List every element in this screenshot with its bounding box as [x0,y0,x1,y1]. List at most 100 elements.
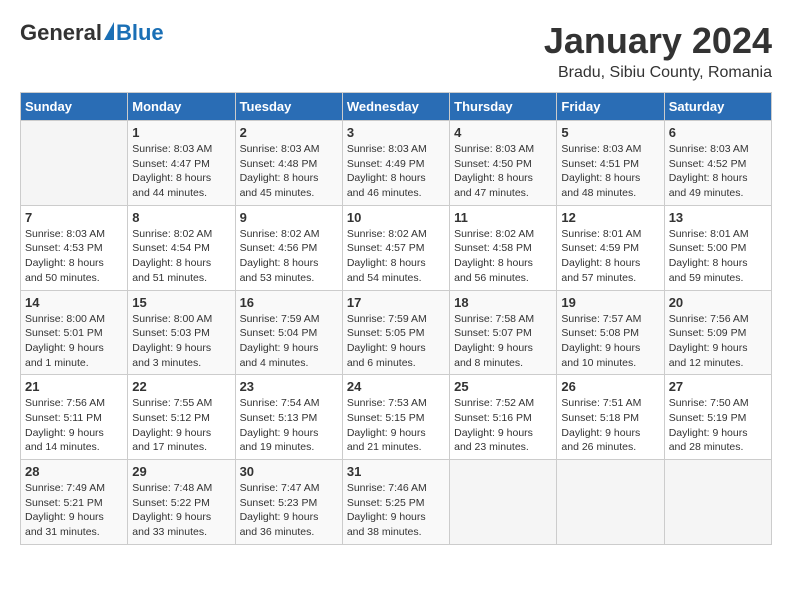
logo-arrow-icon [104,22,114,40]
day-number: 13 [669,210,767,225]
day-number: 28 [25,464,123,479]
logo: General Blue [20,20,164,46]
calendar-week-row: 14 Sunrise: 8:00 AMSunset: 5:01 PMDayligh… [21,290,772,375]
day-info: Sunrise: 7:56 AMSunset: 5:11 PMDaylight:… [25,396,123,455]
calendar-cell: 28 Sunrise: 7:49 AMSunset: 5:21 PMDayligh… [21,460,128,545]
calendar-cell: 2Sunrise: 8:03 AMSunset: 4:48 PMDaylight… [235,121,342,206]
calendar-cell: 17 Sunrise: 7:59 AMSunset: 5:05 PMDayligh… [342,290,449,375]
calendar-cell: 31 Sunrise: 7:46 AMSunset: 5:25 PMDayligh… [342,460,449,545]
day-info: Sunrise: 8:02 AMSunset: 4:56 PMDaylight:… [240,227,338,286]
calendar-cell: 22 Sunrise: 7:55 AMSunset: 5:12 PMDayligh… [128,375,235,460]
day-info: Sunrise: 8:03 AMSunset: 4:47 PMDaylight:… [132,142,230,201]
weekday-header-friday: Friday [557,93,664,121]
day-number: 4 [454,125,552,140]
calendar-cell: 3Sunrise: 8:03 AMSunset: 4:49 PMDaylight… [342,121,449,206]
day-number: 1 [132,125,230,140]
day-info: Sunrise: 8:02 AMSunset: 4:58 PMDaylight:… [454,227,552,286]
calendar-cell: 11 Sunrise: 8:02 AMSunset: 4:58 PMDayligh… [450,205,557,290]
day-info: Sunrise: 7:53 AMSunset: 5:15 PMDaylight:… [347,396,445,455]
calendar-cell [557,460,664,545]
calendar-cell: 24 Sunrise: 7:53 AMSunset: 5:15 PMDayligh… [342,375,449,460]
calendar-cell: 19 Sunrise: 7:57 AMSunset: 5:08 PMDayligh… [557,290,664,375]
day-info: Sunrise: 8:01 AMSunset: 4:59 PMDaylight:… [561,227,659,286]
weekday-header-monday: Monday [128,93,235,121]
page-header: General Blue January 2024 Bradu, Sibiu C… [20,20,772,82]
calendar-cell: 10 Sunrise: 8:02 AMSunset: 4:57 PMDayligh… [342,205,449,290]
calendar-table: SundayMondayTuesdayWednesdayThursdayFrid… [20,92,772,545]
calendar-week-row: 7Sunrise: 8:03 AMSunset: 4:53 PMDaylight… [21,205,772,290]
day-number: 17 [347,295,445,310]
calendar-cell: 29 Sunrise: 7:48 AMSunset: 5:22 PMDayligh… [128,460,235,545]
day-info: Sunrise: 7:52 AMSunset: 5:16 PMDaylight:… [454,396,552,455]
title-block: January 2024 Bradu, Sibiu County, Romani… [544,20,772,82]
day-number: 19 [561,295,659,310]
day-info: Sunrise: 7:57 AMSunset: 5:08 PMDaylight:… [561,312,659,371]
calendar-cell: 4 Sunrise: 8:03 AMSunset: 4:50 PMDaylight… [450,121,557,206]
day-info: Sunrise: 7:46 AMSunset: 5:25 PMDaylight:… [347,481,445,540]
day-info: Sunrise: 7:54 AMSunset: 5:13 PMDaylight:… [240,396,338,455]
day-info: Sunrise: 8:03 AMSunset: 4:50 PMDaylight:… [454,142,552,201]
calendar-cell: 15Sunrise: 8:00 AMSunset: 5:03 PMDayligh… [128,290,235,375]
calendar-cell: 6 Sunrise: 8:03 AMSunset: 4:52 PMDaylight… [664,121,771,206]
calendar-cell: 23Sunrise: 7:54 AMSunset: 5:13 PMDayligh… [235,375,342,460]
day-number: 20 [669,295,767,310]
day-info: Sunrise: 7:48 AMSunset: 5:22 PMDaylight:… [132,481,230,540]
calendar-cell [450,460,557,545]
location-subtitle: Bradu, Sibiu County, Romania [544,64,772,82]
day-number: 29 [132,464,230,479]
day-number: 14 [25,295,123,310]
day-number: 31 [347,464,445,479]
logo-general-text: General [20,20,102,46]
weekday-header-sunday: Sunday [21,93,128,121]
day-number: 10 [347,210,445,225]
day-number: 11 [454,210,552,225]
weekday-header-thursday: Thursday [450,93,557,121]
calendar-cell: 18 Sunrise: 7:58 AMSunset: 5:07 PMDayligh… [450,290,557,375]
logo-blue-text: Blue [116,20,164,46]
day-info: Sunrise: 7:59 AMSunset: 5:05 PMDaylight:… [347,312,445,371]
day-number: 22 [132,379,230,394]
calendar-cell [21,121,128,206]
calendar-week-row: 28 Sunrise: 7:49 AMSunset: 5:21 PMDayligh… [21,460,772,545]
calendar-cell: 25Sunrise: 7:52 AMSunset: 5:16 PMDayligh… [450,375,557,460]
day-number: 18 [454,295,552,310]
day-info: Sunrise: 8:00 AMSunset: 5:03 PMDaylight:… [132,312,230,371]
day-info: Sunrise: 8:02 AMSunset: 4:54 PMDaylight:… [132,227,230,286]
day-number: 8 [132,210,230,225]
day-info: Sunrise: 8:01 AMSunset: 5:00 PMDaylight:… [669,227,767,286]
calendar-week-row: 1 Sunrise: 8:03 AMSunset: 4:47 PMDaylight… [21,121,772,206]
day-number: 24 [347,379,445,394]
day-info: Sunrise: 8:03 AMSunset: 4:49 PMDaylight:… [347,142,445,201]
day-number: 2 [240,125,338,140]
day-number: 16 [240,295,338,310]
weekday-header-row: SundayMondayTuesdayWednesdayThursdayFrid… [21,93,772,121]
month-title: January 2024 [544,20,772,62]
calendar-cell: 8 Sunrise: 8:02 AMSunset: 4:54 PMDaylight… [128,205,235,290]
calendar-cell: 1 Sunrise: 8:03 AMSunset: 4:47 PMDaylight… [128,121,235,206]
weekday-header-wednesday: Wednesday [342,93,449,121]
day-info: Sunrise: 7:58 AMSunset: 5:07 PMDaylight:… [454,312,552,371]
day-info: Sunrise: 7:51 AMSunset: 5:18 PMDaylight:… [561,396,659,455]
calendar-week-row: 21Sunrise: 7:56 AMSunset: 5:11 PMDayligh… [21,375,772,460]
day-number: 26 [561,379,659,394]
calendar-cell: 26 Sunrise: 7:51 AMSunset: 5:18 PMDayligh… [557,375,664,460]
day-info: Sunrise: 8:00 AMSunset: 5:01 PMDaylight:… [25,312,123,371]
calendar-cell: 16Sunrise: 7:59 AMSunset: 5:04 PMDayligh… [235,290,342,375]
calendar-cell: 14 Sunrise: 8:00 AMSunset: 5:01 PMDayligh… [21,290,128,375]
calendar-cell: 30 Sunrise: 7:47 AMSunset: 5:23 PMDayligh… [235,460,342,545]
day-number: 30 [240,464,338,479]
day-info: Sunrise: 7:56 AMSunset: 5:09 PMDaylight:… [669,312,767,371]
day-info: Sunrise: 8:03 AMSunset: 4:52 PMDaylight:… [669,142,767,201]
calendar-cell [664,460,771,545]
weekday-header-saturday: Saturday [664,93,771,121]
day-number: 12 [561,210,659,225]
day-number: 27 [669,379,767,394]
calendar-cell: 21Sunrise: 7:56 AMSunset: 5:11 PMDayligh… [21,375,128,460]
day-number: 6 [669,125,767,140]
day-number: 5 [561,125,659,140]
day-info: Sunrise: 7:50 AMSunset: 5:19 PMDaylight:… [669,396,767,455]
day-info: Sunrise: 8:02 AMSunset: 4:57 PMDaylight:… [347,227,445,286]
day-info: Sunrise: 7:47 AMSunset: 5:23 PMDaylight:… [240,481,338,540]
day-info: Sunrise: 7:49 AMSunset: 5:21 PMDaylight:… [25,481,123,540]
day-info: Sunrise: 7:55 AMSunset: 5:12 PMDaylight:… [132,396,230,455]
